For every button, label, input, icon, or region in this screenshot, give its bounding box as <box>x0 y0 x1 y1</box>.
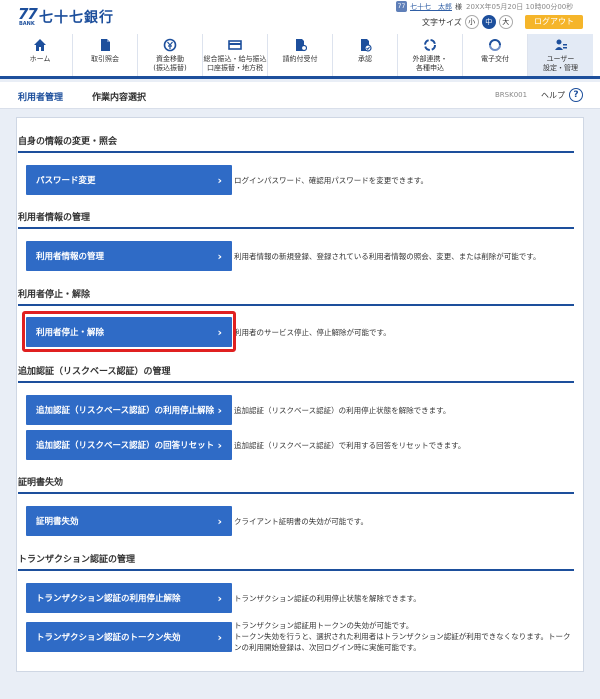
nav-label: 請約付受付 <box>282 55 318 63</box>
logo-bank-text: BANK <box>19 21 35 27</box>
chevron-right-icon: › <box>217 249 222 263</box>
button-description: トランザクション認証の利用停止状態を解除できます。 <box>234 594 421 603</box>
button-label: パスワード変更 <box>36 176 96 186</box>
nav-label: 承認 <box>358 55 372 63</box>
request-icon <box>293 38 308 52</box>
button-label: 証明書失効 <box>36 517 79 527</box>
font-size-large-button[interactable]: 大 <box>498 15 513 29</box>
nav-item-user-settings[interactable]: ユーザー 設定・管理 <box>528 34 593 76</box>
screen-code: BRSK001 <box>495 91 528 99</box>
section-title-risk-based-auth: 追加認証（リスクベース認証）の管理 <box>18 364 574 383</box>
user-info-management-button[interactable]: 利用者情報の管理 › <box>26 241 232 271</box>
home-icon <box>33 38 47 52</box>
transaction-token-revoke-button[interactable]: トランザクション認証のトークン失効 › <box>26 622 232 652</box>
nav-item-inquiry[interactable]: 取引照会 <box>73 34 138 76</box>
section-title-self-info: 自身の情報の変更・照会 <box>18 134 574 153</box>
risk-auth-reset-button[interactable]: 追加認証（リスクベース認証）の回答リセット › <box>26 430 232 460</box>
user-name-link[interactable]: 七十七 太郎 <box>410 2 452 12</box>
link-icon <box>423 38 437 52</box>
button-description: 利用者情報の新規登録、登録されている利用者情報の照会、変更、または削除が可能です… <box>234 252 541 261</box>
button-description: 追加認証（リスクベース認証）の利用停止状態を解除できます。 <box>234 406 451 415</box>
button-description: 利用者のサービス停止、停止解除が可能です。 <box>234 328 391 337</box>
nav-item-external[interactable]: 外部連携・ 各種申込 <box>398 34 463 76</box>
button-description: トランザクション認証用トークンの失効が可能です。 トークン失効を行うと、選択され… <box>234 621 571 652</box>
section-title-user-suspension: 利用者停止・解除 <box>18 287 574 306</box>
button-label: 追加認証（リスクベース認証）の回答リセット <box>36 441 215 451</box>
user-honorific: 様 <box>455 2 462 11</box>
chevron-right-icon: › <box>217 591 222 605</box>
password-change-button[interactable]: パスワード変更 › <box>26 165 232 195</box>
button-description: ログインパスワード、確認用パスワードを変更できます。 <box>234 176 428 185</box>
certificate-revoke-button[interactable]: 証明書失効 › <box>26 506 232 536</box>
nav-label: 資金移動 (振込振替) <box>153 55 187 72</box>
yen-transfer-icon <box>163 38 177 52</box>
nav-item-bulk-transfer[interactable]: 総合振込・給与振込 口座振替・地方税 <box>203 34 268 76</box>
logout-button[interactable]: ログアウト <box>525 15 583 29</box>
button-label: 追加認証（リスクベース認証）の利用停止解除 <box>36 406 215 416</box>
page-title: 作業内容選択 <box>92 93 147 103</box>
highlight-frame <box>22 311 236 352</box>
font-size-small-button[interactable]: 小 <box>464 15 479 29</box>
logo-name: 七十七銀行 <box>39 10 114 26</box>
button-label: トランザクション認証の利用停止解除 <box>36 594 181 604</box>
nav-label: 取引照会 <box>91 55 119 63</box>
help-link[interactable]: ヘルプ <box>541 90 565 101</box>
chevron-right-icon: › <box>217 438 222 452</box>
nav-label: ホーム <box>29 55 51 63</box>
font-size-label: 文字サイズ <box>422 17 462 27</box>
chevron-right-icon: › <box>217 403 222 417</box>
font-size-selector: 文字サイズ 小 中 大 <box>422 15 513 29</box>
chevron-right-icon: › <box>217 514 222 528</box>
font-size-medium-button[interactable]: 中 <box>481 15 496 29</box>
delivery-icon <box>488 38 502 52</box>
main-nav: ホーム 取引照会 資金移動 (振込振替) 総合振込・給与振込 口座振替・地方税 … <box>0 34 600 79</box>
user-icon: 77 <box>396 1 407 12</box>
approve-icon <box>358 38 372 52</box>
chevron-right-icon: › <box>217 630 222 644</box>
nav-item-transfer[interactable]: 資金移動 (振込振替) <box>138 34 203 76</box>
nav-item-approval[interactable]: 承認 <box>333 34 398 76</box>
nav-item-home[interactable]: ホーム <box>8 34 73 76</box>
nav-label: 外部連携・ 各種申込 <box>412 55 448 72</box>
page-category: 利用者管理 <box>18 93 64 103</box>
nav-item-requests[interactable]: 請約付受付 <box>268 34 333 76</box>
nav-label: 総合振込・給与振込 口座振替・地方税 <box>203 55 267 72</box>
nav-label: 電子交付 <box>481 55 509 63</box>
transaction-auth-unlock-button[interactable]: トランザクション認証の利用停止解除 › <box>26 583 232 613</box>
user-settings-icon <box>554 38 568 52</box>
button-description: 追加認証（リスクベース認証）で利用する回答をリセットできます。 <box>234 441 466 450</box>
document-icon <box>98 38 112 52</box>
user-info: 77 七十七 太郎 様 20XX年05月20日 10時00分00秒 <box>396 1 573 12</box>
risk-auth-unlock-button[interactable]: 追加認証（リスクベース認証）の利用停止解除 › <box>26 395 232 425</box>
help-icon[interactable]: ? <box>569 88 583 102</box>
button-label: 利用者情報の管理 <box>36 252 105 262</box>
section-title-user-info: 利用者情報の管理 <box>18 210 574 229</box>
section-title-transaction-auth: トランザクション認証の管理 <box>18 552 574 571</box>
logo-mark: 77 BANK <box>18 5 38 28</box>
header: 77 BANK 七十七銀行 77 七十七 太郎 様 20XX年05月20日 10… <box>0 0 600 34</box>
nav-label: ユーザー 設定・管理 <box>543 55 578 72</box>
nav-item-e-delivery[interactable]: 電子交付 <box>463 34 528 76</box>
chevron-right-icon: › <box>217 173 222 187</box>
section-title-certificate: 証明書失効 <box>18 475 574 494</box>
page-title-bar: 利用者管理 作業内容選択 BRSK001 ヘルプ ? <box>0 82 600 109</box>
login-timestamp: 20XX年05月20日 10時00分00秒 <box>466 2 574 11</box>
button-label: トランザクション認証のトークン失効 <box>36 633 181 643</box>
bank-logo[interactable]: 77 BANK 七十七銀行 <box>18 5 114 28</box>
button-description: クライアント証明書の失効が可能です。 <box>234 517 368 526</box>
card-icon <box>228 38 242 52</box>
